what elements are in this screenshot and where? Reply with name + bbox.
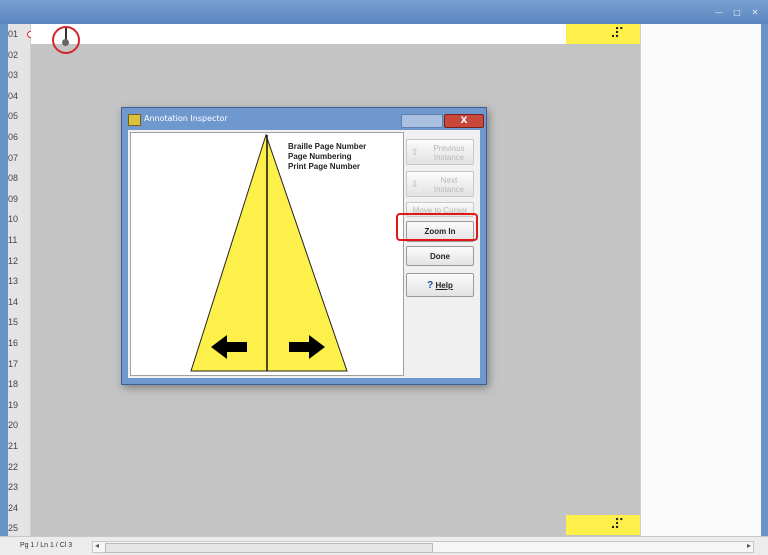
minimize-window-button[interactable]: — <box>712 9 726 17</box>
button-label: Instance <box>433 153 465 162</box>
window-border-left <box>0 24 8 544</box>
app-icon <box>128 114 141 126</box>
window-titlebar: — □ ✕ <box>0 0 768 24</box>
line-number: 10 <box>8 214 19 225</box>
line-number: 19 <box>8 399 19 410</box>
line-number: 14 <box>8 296 19 307</box>
help-button[interactable]: ? Help <box>406 273 474 297</box>
line-number: 07 <box>8 152 19 163</box>
line-number: 06 <box>8 132 19 142</box>
line-number: 24 <box>8 502 19 513</box>
line-number: 16 <box>8 338 19 348</box>
line-number: 21 <box>8 441 19 451</box>
done-button[interactable]: Done <box>406 246 474 266</box>
line-number: 12 <box>8 255 19 266</box>
up-arrow-icon: ⇧ <box>411 147 419 157</box>
annotation-item[interactable]: Print Page Number <box>288 162 366 172</box>
button-label: Next <box>440 176 458 185</box>
line-number: 09 <box>8 193 19 204</box>
close-window-button[interactable]: ✕ <box>748 9 762 17</box>
button-label: Previous <box>433 144 465 153</box>
scrollbar-thumb[interactable] <box>105 543 433 553</box>
cursor-dot <box>62 39 69 46</box>
annotation-item[interactable]: Page Numbering <box>288 152 366 162</box>
line-number: 20 <box>8 420 19 431</box>
button-label: Instance <box>433 185 465 194</box>
down-arrow-icon: ⇩ <box>411 179 419 189</box>
line-number: 23 <box>8 482 19 493</box>
line-number: 04 <box>8 90 19 101</box>
dialog-titlebar[interactable]: Annotation Inspector X <box>126 111 484 129</box>
line-number: 11 <box>8 235 18 245</box>
right-pane <box>640 24 761 536</box>
braille-page-number-top[interactable]: ⠼⠁ <box>566 24 640 44</box>
window-border-right <box>760 24 768 544</box>
line-number: 18 <box>8 379 19 390</box>
line-number: 08 <box>8 173 19 184</box>
dialog-close-button[interactable]: X <box>444 114 484 128</box>
line-number: 22 <box>8 461 19 472</box>
line-number: 13 <box>8 276 19 287</box>
horizontal-scrollbar[interactable]: ◂ ▸ <box>92 541 754 553</box>
braille-page-number-bottom[interactable]: ⠼⠁ <box>566 515 640 535</box>
next-instance-button[interactable]: ⇩ Next Instance <box>406 171 474 197</box>
dialog-title: Annotation Inspector <box>144 114 228 123</box>
scroll-right-icon[interactable]: ▸ <box>747 541 751 550</box>
dialog-minmax-buttons[interactable] <box>401 114 443 128</box>
line-number-gutter: 01 02 03 04 05 06 07 08 09 10 11 12 13 1… <box>8 24 31 536</box>
line-number: 05 <box>8 111 19 122</box>
braille-cell: ⠼⠁ <box>610 26 628 42</box>
annotation-item[interactable]: Braille Page Number <box>288 142 366 152</box>
annotation-inspector-dialog: Annotation Inspector X Braille Page Numb… <box>121 107 487 385</box>
zoom-in-callout-highlight <box>396 213 478 241</box>
button-label: Help <box>435 281 453 290</box>
cursor-callout-circle <box>52 26 80 54</box>
annotation-list: Braille Page Number Page Numbering Print… <box>288 142 366 172</box>
dialog-body: Braille Page Number Page Numbering Print… <box>128 130 480 378</box>
status-bar: Pg 1 / Ln 1 / Cl 3 ◂ ▸ <box>0 536 768 555</box>
cursor-position-status: Pg 1 / Ln 1 / Cl 3 <box>20 542 73 549</box>
line-number: 02 <box>8 49 19 60</box>
line-number: 15 <box>8 317 19 328</box>
previous-instance-button[interactable]: ⇧ Previous Instance <box>406 139 474 165</box>
current-line[interactable] <box>31 24 566 44</box>
annotation-preview: Braille Page Number Page Numbering Print… <box>130 132 404 376</box>
line-number: 17 <box>8 358 19 369</box>
help-icon: ? <box>427 280 434 291</box>
scroll-left-icon[interactable]: ◂ <box>95 541 99 550</box>
line-number: 03 <box>8 70 19 81</box>
braille-cell: ⠼⠁ <box>610 517 628 533</box>
maximize-window-button[interactable]: □ <box>730 9 744 17</box>
